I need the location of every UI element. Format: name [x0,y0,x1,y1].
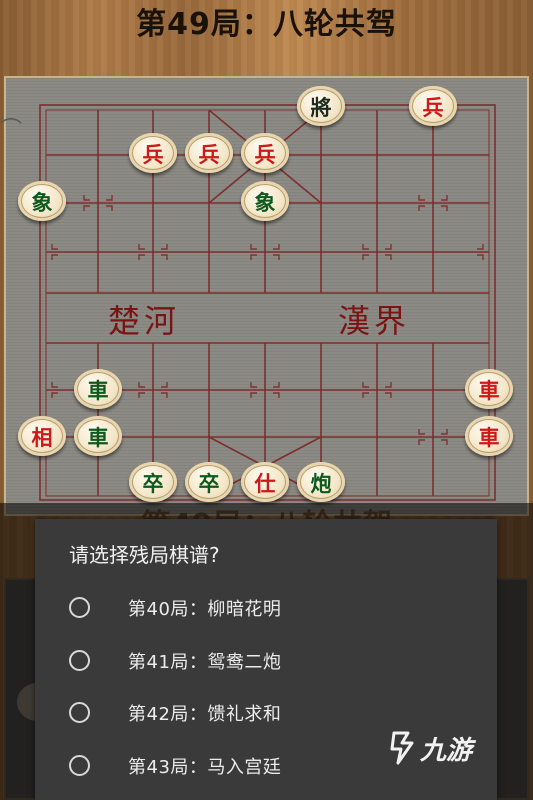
piece-char: 相 [31,426,53,450]
radio-button[interactable] [69,650,90,671]
piece-pawn[interactable]: 卒 [185,462,233,502]
piece-chariot[interactable]: 車 [74,416,122,456]
piece-minister[interactable]: 相 [18,416,66,456]
option-label: 第43局：马入宫廷 [128,757,282,778]
dialog-title: 请选择残局棋谱? [69,543,220,567]
piece-char: 車 [87,426,109,450]
radio-button[interactable] [69,597,90,618]
watermark: 九游 [388,727,472,769]
piece-soldier[interactable]: 兵 [241,133,289,173]
piece-char: 仕 [254,472,276,496]
option-label: 第41局：鸳鸯二炮 [128,652,282,673]
piece-char: 兵 [198,143,220,167]
option-row[interactable]: 第41局：鸳鸯二炮 [35,637,497,689]
river-label-chu: 楚河 [108,302,181,340]
piece-char: 車 [478,379,500,403]
board-ornament: ⌒ [0,118,23,143]
piece-char: 兵 [254,143,276,167]
piece-elephant[interactable]: 象 [18,181,66,221]
piece-char: 卒 [142,472,164,496]
piece-char: 兵 [422,96,444,120]
piece-char: 炮 [310,472,332,496]
piece-chariot[interactable]: 車 [465,416,513,456]
piece-soldier[interactable]: 兵 [185,133,233,173]
piece-chariot[interactable]: 車 [465,369,513,409]
piece-advisor[interactable]: 仕 [241,462,289,502]
piece-elephant[interactable]: 象 [241,181,289,221]
option-row[interactable]: 第40局：柳暗花明 [35,584,497,636]
option-label: 第42局：馈礼求和 [128,704,282,725]
piece-chariot[interactable]: 車 [74,369,122,409]
radio-button[interactable] [69,755,90,776]
watermark-text: 九游 [420,735,473,766]
piece-soldier[interactable]: 兵 [129,133,177,173]
piece-char: 象 [254,191,276,215]
option-label: 第40局：柳暗花明 [128,599,282,620]
background-title-dimmed: 第49局：八轮共驾 [0,500,533,520]
piece-char: 車 [87,379,109,403]
piece-pawn[interactable]: 卒 [129,462,177,502]
piece-cannon[interactable]: 炮 [297,462,345,502]
piece-char: 將 [310,96,332,120]
piece-char: 兵 [142,143,164,167]
piece-char: 卒 [198,472,220,496]
river-label-han: 漢界 [338,302,411,340]
jiuyou-logo-icon [390,731,414,765]
piece-char: 車 [478,426,500,450]
piece-soldier[interactable]: 兵 [409,86,457,126]
piece-general[interactable]: 將 [297,86,345,126]
radio-button[interactable] [69,702,90,723]
piece-char: 象 [31,191,53,215]
